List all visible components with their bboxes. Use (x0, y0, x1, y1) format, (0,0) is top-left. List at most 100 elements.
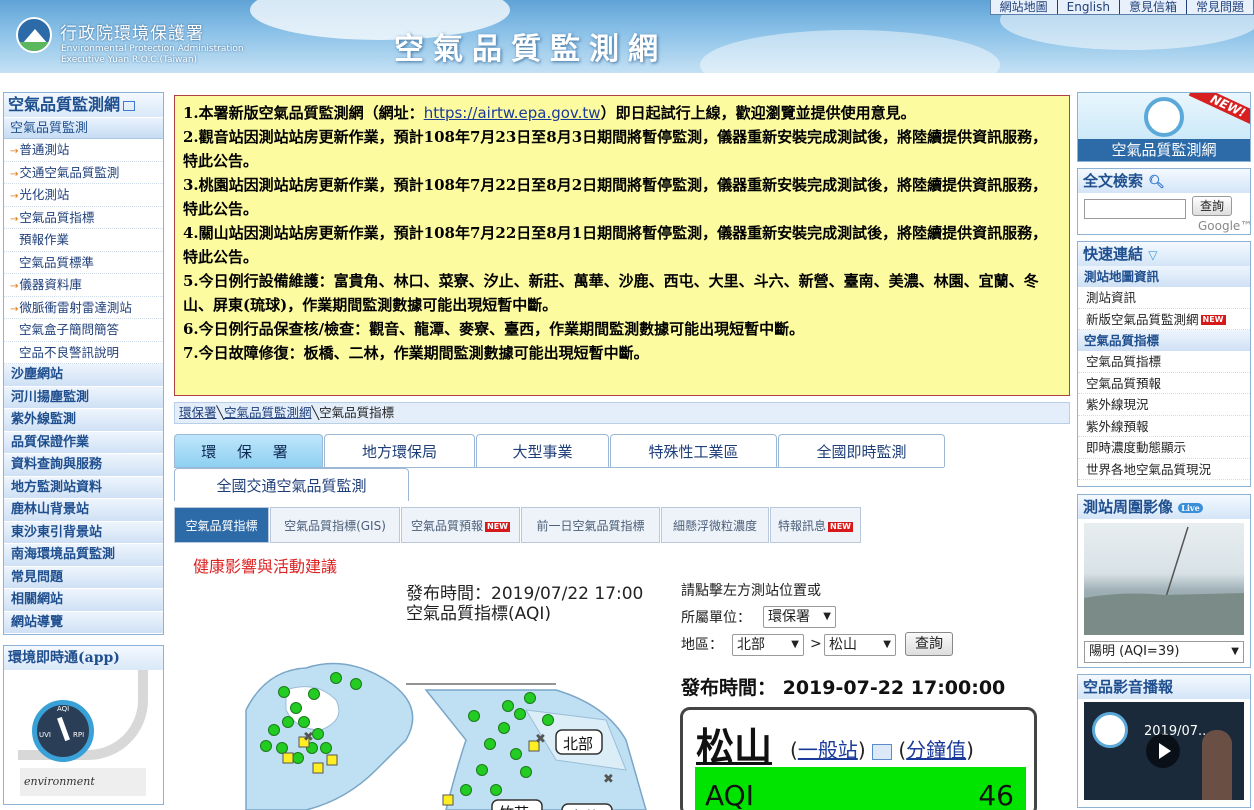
sidebar-category[interactable]: 常見問題 (4, 566, 163, 589)
sidebar-category[interactable]: 河川揚塵監測 (4, 386, 163, 409)
epa-logo-icon[interactable] (16, 17, 52, 53)
org-tab-traffic-aq[interactable]: 全國交通空氣品質監測 (174, 468, 409, 501)
sub-tab[interactable]: 空氣品質預報 NEW (401, 507, 520, 543)
new-site-url-link[interactable]: https://airtw.epa.gov.tw (424, 104, 601, 122)
quick-link[interactable]: 空氣品質指標 (1078, 351, 1250, 373)
station-marker-good[interactable] (498, 722, 510, 734)
station-marker-good[interactable] (476, 764, 488, 776)
station-marker-good[interactable] (298, 716, 310, 728)
sidebar-item[interactable]: →空氣品質指標 (4, 207, 163, 229)
health-advice-link[interactable]: 健康影響與活動建議 (193, 553, 337, 577)
sidebar-item[interactable]: 預報作業 (4, 229, 163, 252)
station-map[interactable]: ✖ ✖ ✖ 北部 竹苗 宜蘭 (226, 650, 666, 810)
sidebar-category[interactable]: 品質保證作業 (4, 431, 163, 454)
new-site-banner[interactable]: NEW! 空氣品質監測網 (1077, 92, 1251, 162)
breadcrumb-aq-network[interactable]: 空氣品質監測網 (224, 405, 312, 420)
station-marker-offline-icon[interactable]: ✖ (535, 732, 546, 747)
top-link-feedback[interactable]: 意見信箱 (1120, 0, 1187, 14)
station-marker-good[interactable] (276, 742, 288, 754)
quick-link[interactable]: 空氣品質預報 (1078, 373, 1250, 394)
station-marker-moderate[interactable] (312, 762, 324, 774)
unit-select[interactable]: 環保署 ▼ (763, 606, 836, 628)
station-marker-good[interactable] (460, 784, 472, 796)
quick-link[interactable]: 新版空氣品質監測網 NEW (1078, 309, 1250, 330)
top-link-english[interactable]: English (1058, 0, 1120, 14)
org-tab-special-industrial[interactable]: 特殊性工業區 (610, 434, 777, 467)
sub-tab[interactable]: 空氣品質指標(GIS) (270, 507, 400, 543)
sidebar-category[interactable]: 南海環境品質監測 (4, 544, 163, 567)
map-region-label-yilan[interactable]: 宜蘭 (561, 803, 613, 810)
station-marker-moderate[interactable] (282, 752, 294, 764)
station-type-link[interactable]: 一般站 (798, 738, 858, 762)
quick-link-category[interactable]: 測站地圖資訊 (1078, 266, 1250, 287)
sidebar-category[interactable]: 網站導覽 (4, 611, 163, 634)
app-promo-image[interactable]: AQI UVI RPI environment (18, 670, 148, 800)
minute-value-link[interactable]: 分鐘值 (906, 738, 966, 762)
station-marker-good[interactable] (268, 724, 280, 736)
breadcrumb-epa[interactable]: 環保署 (179, 405, 217, 420)
nav-section-aq-monitoring[interactable]: 空氣品質監測 (4, 117, 163, 139)
quick-link[interactable]: 即時濃度動態顯示 (1078, 437, 1250, 459)
station-marker-good[interactable] (514, 708, 526, 720)
station-marker-good[interactable] (290, 702, 302, 714)
station-marker-good[interactable] (502, 700, 514, 712)
org-tab-local-epb[interactable]: 地方環保局 (324, 434, 475, 467)
map-region-label-zhumiao[interactable]: 竹苗 (491, 799, 543, 810)
map-region-label-north[interactable]: 北部 (555, 729, 603, 755)
sidebar-category[interactable]: 地方監測站資料 (4, 476, 163, 499)
station-marker-good[interactable] (312, 728, 324, 740)
station-select[interactable]: 松山 ▼ (824, 634, 896, 656)
station-marker-good[interactable] (484, 738, 496, 750)
top-link-faq[interactable]: 常見問題 (1187, 0, 1253, 14)
query-button[interactable]: 查詢 (905, 632, 953, 656)
sub-tab[interactable]: 細懸浮微粒濃度 (661, 507, 769, 543)
station-marker-good[interactable] (282, 716, 294, 728)
org-tab-large-enterprise[interactable]: 大型事業 (476, 434, 609, 467)
station-marker-good[interactable] (292, 752, 304, 764)
sidebar-item[interactable]: 空氣盒子簡問簡答 (4, 319, 163, 342)
chart-icon[interactable] (871, 743, 892, 760)
station-marker-good[interactable] (330, 672, 342, 684)
quick-link[interactable]: 世界各地空氣品質現況 (1078, 459, 1250, 480)
station-marker-good[interactable] (350, 678, 362, 690)
quick-link[interactable]: 測站資訊 (1078, 287, 1250, 309)
sidebar-item[interactable]: 空氣品質標準 (4, 252, 163, 274)
station-marker-good[interactable] (490, 784, 502, 796)
sidebar-item[interactable]: →普通測站 (4, 139, 163, 162)
play-icon[interactable] (1146, 734, 1180, 768)
station-camera-image[interactable] (1084, 523, 1244, 636)
sub-tab[interactable]: 前一日空氣品質指標 (521, 507, 660, 543)
station-marker-good[interactable] (542, 714, 554, 726)
sidebar-category[interactable]: 鹿林山背景站 (4, 499, 163, 522)
station-marker-good[interactable] (468, 710, 480, 722)
search-input[interactable] (1084, 199, 1186, 219)
station-marker-good[interactable] (520, 766, 532, 778)
station-marker-good[interactable] (278, 686, 290, 698)
sidebar-item[interactable]: →光化測站 (4, 184, 163, 207)
station-marker-good[interactable] (320, 742, 332, 754)
sidebar-item[interactable]: →儀器資料庫 (4, 274, 163, 297)
quick-link[interactable]: 紫外線現況 (1078, 394, 1250, 416)
org-name-zh[interactable]: 行政院環境保護署 (60, 19, 204, 44)
sidebar-category[interactable]: 紫外線監測 (4, 409, 163, 432)
sidebar-category[interactable]: 資料查詢與服務 (4, 454, 163, 477)
sub-tab[interactable]: 空氣品質指標 (174, 507, 269, 543)
station-name[interactable]: 松山 (696, 716, 772, 771)
sidebar-category[interactable]: 東沙東引背景站 (4, 521, 163, 544)
region-select[interactable]: 北部 ▼ (732, 634, 804, 656)
station-marker-good[interactable] (510, 748, 522, 760)
station-marker-offline-icon[interactable]: ✖ (303, 730, 314, 745)
org-tab-epa[interactable]: 環 保 署 (174, 434, 323, 467)
sidebar-category[interactable]: 沙塵網站 (4, 364, 163, 387)
sidebar-category[interactable]: 相關網站 (4, 589, 163, 612)
search-button[interactable]: 查詢 (1192, 196, 1232, 216)
org-tab-national-realtime[interactable]: 全國即時監測 (778, 434, 945, 467)
quick-link-category[interactable]: 空氣品質指標 (1078, 330, 1250, 351)
sidebar-item[interactable]: →交通空氣品質監測 (4, 162, 163, 184)
quick-link[interactable]: 紫外線預報 (1078, 416, 1250, 437)
video-player[interactable]: 2019/07... (1084, 702, 1244, 800)
sidebar-item[interactable]: →微脈衝雷射雷達測站 (4, 297, 163, 319)
station-marker-good[interactable] (308, 688, 320, 700)
camera-station-select[interactable]: 陽明 (AQI=39) ▼ (1084, 641, 1244, 663)
sub-tab[interactable]: 特報訊息 NEW (770, 507, 861, 543)
